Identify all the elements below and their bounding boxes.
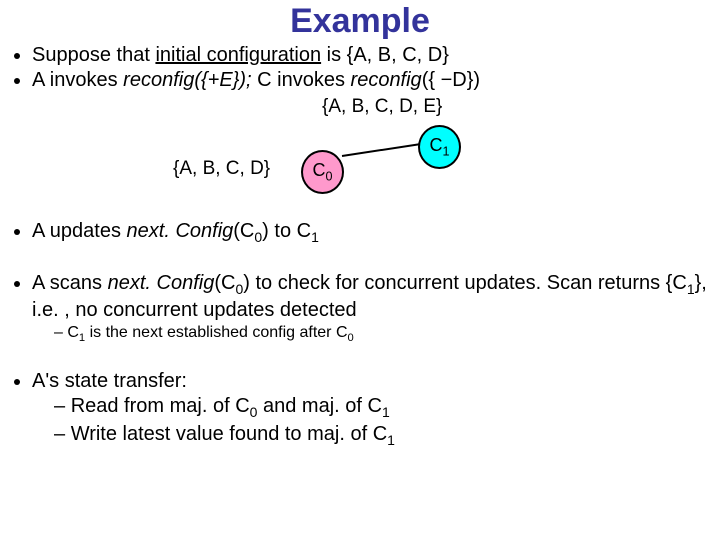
- text: (C: [214, 272, 235, 294]
- sub-item: C1 is the next established config after …: [54, 323, 720, 345]
- text: C invokes: [257, 69, 350, 91]
- text: Read from maj. of C: [71, 395, 250, 417]
- text: and maj. of C: [257, 395, 382, 417]
- bullet-2: A invokes reconfig({+E}); C invokes reco…: [32, 68, 720, 93]
- sub-item-write: Write latest value found to maj. of C1: [54, 422, 720, 450]
- text: ({ −D}): [422, 69, 480, 91]
- sub: 1: [382, 404, 390, 420]
- bullet-1: Suppose that initial configuration is {A…: [32, 43, 720, 68]
- text: is the next established config after C: [85, 324, 347, 341]
- sub-list: C1 is the next established config after …: [32, 323, 720, 345]
- text: ) to check for concurrent updates. Scan …: [243, 272, 687, 294]
- text: A updates: [32, 220, 127, 242]
- text-italic: reconfig: [351, 69, 422, 91]
- text-italic: ({+E}): [194, 69, 246, 91]
- node-c0: C0: [301, 150, 344, 194]
- text-italic: next. Config: [108, 272, 215, 294]
- text: Suppose that: [32, 44, 155, 66]
- bullet-transfer: A's state transfer: Read from maj. of C0…: [32, 369, 720, 449]
- bullet-scan: A scans next. Config(C 0 ) to check for co…: [32, 271, 720, 346]
- text-underline: initial configuration: [155, 44, 321, 66]
- sub: 0: [348, 332, 354, 344]
- node-c1: C1: [418, 125, 461, 169]
- label-left: {A, B, C, D}: [173, 158, 270, 180]
- diagram: {A, B, C, D, E} {A, B, C, D} C0 C1: [0, 93, 720, 213]
- text: C: [67, 324, 79, 341]
- text: Write latest value found to maj. of C: [71, 423, 387, 445]
- sub: 1: [311, 229, 319, 245]
- text: is {A, B, C, D}: [321, 44, 449, 66]
- text: A's state transfer:: [32, 370, 187, 392]
- label-top: {A, B, C, D, E}: [322, 96, 442, 118]
- sub: 1: [387, 432, 395, 448]
- text: A scans: [32, 272, 108, 294]
- node-text: C1: [429, 135, 449, 159]
- sub-list: Read from maj. of C0 and maj. of C1 Writ…: [32, 394, 720, 449]
- sub-item-read: Read from maj. of C0 and maj. of C1: [54, 394, 720, 422]
- sub: 1: [687, 281, 695, 297]
- text-italic: next. Config: [127, 220, 234, 242]
- slide-title: Example: [0, 2, 720, 41]
- text-italic: ;: [246, 69, 257, 91]
- intro-bullets: Suppose that initial configuration is {A…: [14, 43, 720, 93]
- text: (C: [233, 220, 254, 242]
- text-italic: reconfig: [123, 69, 194, 91]
- text: A invokes: [32, 69, 123, 91]
- text: ) to C: [262, 220, 311, 242]
- node-text: C0: [312, 160, 332, 184]
- sub: 0: [254, 229, 262, 245]
- main-bullets: A updates next. Config(C0) to C1 A scans…: [14, 219, 720, 449]
- bullet-update: A updates next. Config(C0) to C1: [32, 219, 720, 247]
